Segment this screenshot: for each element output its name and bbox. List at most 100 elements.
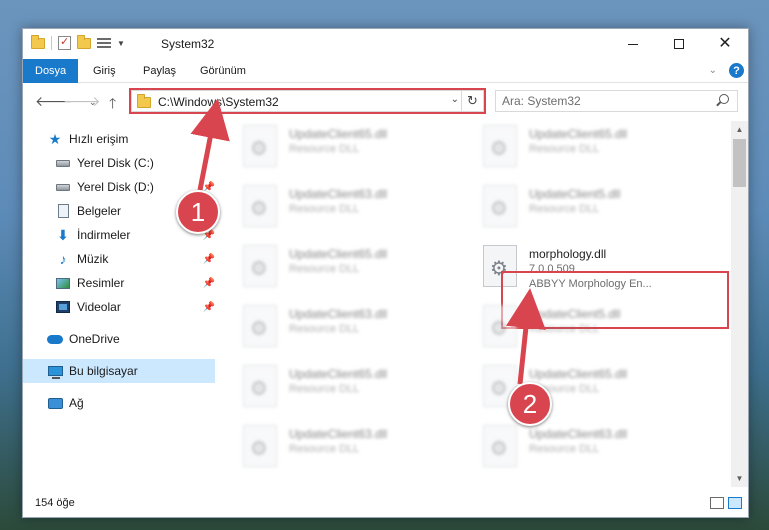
sidebar-item-quick-access[interactable]: ★ Hızlı erişim <box>47 127 215 151</box>
up-arrow-up-icon[interactable]: 🡑 <box>109 93 116 117</box>
search-icon[interactable] <box>719 94 729 104</box>
list-item[interactable]: UpdateClient63.dll Resource DLL <box>223 181 463 231</box>
sidebar-item-videos[interactable]: Videolar 📌 <box>55 295 215 319</box>
computer-icon <box>47 364 63 379</box>
file-description: Resource DLL <box>289 143 360 155</box>
search-box[interactable] <box>495 90 738 112</box>
music-icon: ♪ <box>59 251 67 267</box>
file-list: UpdateClient65.dll Resource DLL UpdateCl… <box>223 121 733 487</box>
pin-icon[interactable]: 📌 <box>203 254 215 265</box>
quick-access-toolbar: ▼ <box>31 34 125 50</box>
view-options-icon[interactable] <box>97 37 111 49</box>
sidebar-item-local-disk-c[interactable]: Yerel Disk (C:) <box>55 151 215 175</box>
list-item[interactable]: UpdateClient65.dll Resource DLL <box>223 361 463 411</box>
sidebar-item-label: Videolar <box>77 300 121 314</box>
file-name: UpdateClient65.dll <box>529 367 628 381</box>
videos-icon <box>55 300 71 314</box>
navigation-bar: 🡐 🡒 ⌄ 🡑 C:\Windows\System32 ⌄ ↻ <box>23 83 748 119</box>
list-item[interactable]: UpdateClient5.dll Resource DLL <box>463 301 703 351</box>
pin-icon[interactable]: 📌 <box>203 302 215 313</box>
sidebar-item-pictures[interactable]: Resimler 📌 <box>55 271 215 295</box>
folder-icon[interactable] <box>31 34 45 49</box>
file-description: Resource DLL <box>529 443 600 455</box>
dll-file-icon <box>243 365 277 407</box>
tab-file[interactable]: Dosya <box>23 59 79 83</box>
maximize-icon <box>674 39 684 49</box>
ribbon-right-controls: ⌄ ? <box>709 63 744 78</box>
file-description: Resource DLL <box>529 143 600 155</box>
file-name: UpdateClient65.dll <box>289 247 388 261</box>
close-button[interactable]: ✕ <box>702 29 748 59</box>
list-item[interactable]: UpdateClient65.dll Resource DLL <box>463 121 703 171</box>
drive-icon <box>55 156 71 170</box>
cloud-icon <box>47 332 63 346</box>
file-name: UpdateClient63.dll <box>529 427 628 441</box>
documents-icon <box>55 204 71 218</box>
customize-toolbar-chevron-down-icon[interactable]: ▼ <box>117 39 125 48</box>
list-item[interactable]: UpdateClient65.dll Resource DLL <box>223 121 463 171</box>
scrollbar-thumb[interactable] <box>733 139 746 187</box>
dll-file-icon <box>483 425 517 467</box>
status-bar: 154 öğe <box>23 491 748 517</box>
recent-locations-chevron-down-icon[interactable]: ⌄ <box>89 97 97 108</box>
sidebar-item-label: İndirmeler <box>77 228 131 242</box>
tab-home[interactable]: Giriş <box>93 59 116 83</box>
expand-ribbon-chevron-down-icon[interactable]: ⌄ <box>709 65 717 76</box>
scroll-down-icon[interactable]: ▼ <box>731 470 748 487</box>
dll-file-icon <box>483 245 517 287</box>
sidebar-item-music[interactable]: ♪ Müzik 📌 <box>55 247 216 271</box>
dll-file-icon <box>243 425 277 467</box>
pin-icon[interactable]: 📌 <box>203 278 215 289</box>
tab-view[interactable]: Görünüm <box>200 59 246 83</box>
dll-file-icon <box>243 185 277 227</box>
address-bar[interactable]: C:\Windows\System32 ⌄ ↻ <box>131 90 484 112</box>
sidebar-item-label: Bu bilgisayar <box>69 364 138 378</box>
file-description: Resource DLL <box>289 263 360 275</box>
file-name: UpdateClient5.dll <box>529 187 621 201</box>
window-controls: ✕ <box>610 29 748 59</box>
highlighted-file-morphology[interactable]: morphology.dll 7.0.0.509 ABBYY Morpholog… <box>463 241 703 291</box>
maximize-button[interactable] <box>656 29 702 59</box>
file-description: Resource DLL <box>289 443 360 455</box>
callout-badge-1: 1 <box>176 190 220 234</box>
file-description: ABBYY Morphology En... <box>529 278 652 290</box>
list-item[interactable]: UpdateClient65.dll Resource DLL <box>463 361 703 411</box>
scroll-up-icon[interactable]: ▲ <box>731 121 748 138</box>
sidebar-item-label: Yerel Disk (C:) <box>77 156 154 170</box>
list-item[interactable]: UpdateClient63.dll Resource DLL <box>223 421 463 471</box>
properties-icon[interactable] <box>58 35 71 50</box>
file-name: UpdateClient63.dll <box>289 307 388 321</box>
minimize-button[interactable] <box>610 29 656 59</box>
file-name: UpdateClient5.dll <box>529 307 621 321</box>
file-name: UpdateClient63.dll <box>289 187 388 201</box>
tiles-view-icon[interactable] <box>728 497 742 509</box>
help-icon[interactable]: ? <box>729 63 744 78</box>
sidebar-item-onedrive[interactable]: OneDrive <box>47 327 215 351</box>
sidebar-item-label: Ağ <box>69 396 84 410</box>
refresh-icon[interactable]: ↻ <box>461 91 483 111</box>
details-view-icon[interactable] <box>710 497 724 509</box>
minimize-icon <box>628 43 638 45</box>
new-folder-icon[interactable] <box>77 34 91 49</box>
dll-file-icon <box>243 125 277 167</box>
vertical-scrollbar[interactable]: ▲ ▼ <box>731 121 748 487</box>
file-name: morphology.dll <box>529 247 607 261</box>
navigation-pane: ★ Hızlı erişim Yerel Disk (C:) Yerel Dis… <box>23 121 215 487</box>
drive-icon <box>55 180 71 194</box>
list-item[interactable]: UpdateClient63.dll Resource DLL <box>463 421 703 471</box>
address-folder-icon <box>137 94 151 108</box>
dll-file-icon <box>483 185 517 227</box>
list-item[interactable]: UpdateClient63.dll Resource DLL <box>223 301 463 351</box>
list-item[interactable]: UpdateClient5.dll Resource DLL <box>463 181 703 231</box>
file-version: 7.0.0.509 <box>529 263 575 275</box>
search-input[interactable] <box>502 93 702 109</box>
sidebar-item-network[interactable]: Ağ <box>47 391 215 415</box>
sidebar-item-this-pc[interactable]: Bu bilgisayar <box>23 359 215 383</box>
list-item[interactable]: UpdateClient65.dll Resource DLL <box>223 241 463 291</box>
address-history-chevron-down-icon[interactable]: ⌄ <box>451 94 459 105</box>
address-path[interactable]: C:\Windows\System32 <box>158 95 279 109</box>
sidebar-item-label: Resimler <box>77 276 125 290</box>
view-switcher <box>710 497 742 509</box>
tab-share[interactable]: Paylaş <box>143 59 176 83</box>
file-description: Resource DLL <box>529 203 600 215</box>
